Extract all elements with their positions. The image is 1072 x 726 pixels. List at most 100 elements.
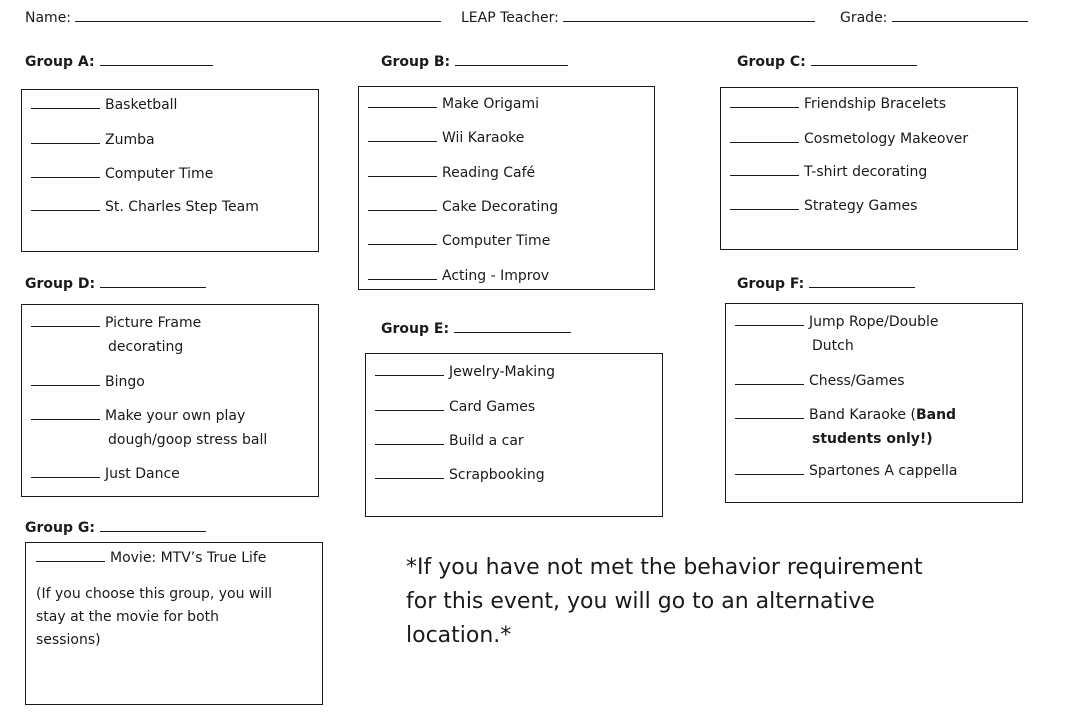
rank-blank[interactable] [730, 93, 799, 108]
list-item[interactable]: Zumba [31, 128, 155, 152]
list-item[interactable]: Friendship Bracelets [730, 92, 946, 116]
rank-blank[interactable] [375, 361, 444, 376]
list-item[interactable]: T-shirt decorating [730, 160, 927, 184]
rank-blank[interactable] [31, 94, 100, 109]
rank-blank[interactable] [31, 371, 100, 386]
list-item[interactable]: Jewelry-Making [375, 360, 555, 384]
notice-line: location.* [406, 623, 512, 648]
group-e-input-line[interactable] [454, 318, 572, 333]
note-line: stay at the movie for both [36, 609, 219, 625]
activity-label: St. Charles Step Team [105, 199, 259, 215]
activity-label: Chess/Games [809, 373, 905, 389]
grade-label: Grade: [840, 10, 888, 26]
group-f-input-line[interactable] [809, 273, 916, 288]
list-item[interactable]: Cosmetology Makeover [730, 127, 968, 151]
rank-blank[interactable] [31, 129, 100, 144]
group-b-box: Make Origami Wii Karaoke Reading Café Ca… [358, 86, 655, 290]
rank-blank[interactable] [368, 127, 437, 142]
rank-blank[interactable] [735, 370, 804, 385]
activity-label-line: Dutch [812, 338, 854, 354]
activity-label-bold: students only!) [812, 431, 933, 447]
rank-blank[interactable] [730, 195, 799, 210]
teacher-input-line[interactable] [563, 7, 816, 22]
list-item[interactable]: Chess/Games [735, 369, 905, 393]
list-item[interactable]: Reading Café [368, 161, 535, 185]
list-item[interactable]: Basketball [31, 93, 177, 117]
list-item[interactable]: Build a car [375, 429, 524, 453]
group-f-label: Group F: [737, 273, 916, 292]
activity-label: Bingo [105, 374, 145, 390]
name-label: Name: [25, 10, 72, 26]
group-a-label: Group A: [25, 51, 213, 70]
rank-blank[interactable] [735, 460, 804, 475]
activity-label: Card Games [449, 399, 536, 415]
list-item[interactable]: Band Karaoke (Band students only!) [735, 403, 956, 451]
teacher-field: LEAP Teacher: [461, 7, 816, 26]
activity-label: Strategy Games [804, 198, 918, 214]
list-item[interactable]: Cake Decorating [368, 195, 558, 219]
list-item[interactable]: Make Origami [368, 92, 539, 116]
list-item[interactable]: Make your own play dough/goop stress ball [31, 404, 267, 452]
list-item[interactable]: Scrapbooking [375, 463, 545, 487]
activity-label-line: Picture Frame [105, 315, 202, 331]
group-e-label: Group E: [381, 318, 572, 337]
rank-blank[interactable] [31, 196, 100, 211]
list-item[interactable]: St. Charles Step Team [31, 195, 259, 219]
list-item[interactable]: Computer Time [368, 229, 550, 253]
group-c-label: Group C: [737, 51, 917, 70]
activity-label: Jewelry-Making [449, 364, 555, 380]
rank-blank[interactable] [31, 405, 100, 420]
rank-blank[interactable] [368, 93, 437, 108]
rank-blank[interactable] [375, 430, 444, 445]
list-item[interactable]: Card Games [375, 395, 535, 419]
rank-blank[interactable] [31, 163, 100, 178]
behavior-notice: *If you have not met the behavior requir… [406, 551, 923, 653]
group-d-input-line[interactable] [100, 273, 207, 288]
grade-input-line[interactable] [891, 7, 1028, 22]
activity-label: Build a car [449, 433, 524, 449]
rank-blank[interactable] [375, 464, 444, 479]
activity-label-line: decorating [108, 339, 184, 355]
activity-label: Cosmetology Makeover [804, 131, 969, 147]
name-input-line[interactable] [75, 7, 442, 22]
group-g-input-line[interactable] [99, 517, 206, 532]
list-item[interactable]: Just Dance [31, 462, 180, 486]
activity-label: Zumba [105, 132, 155, 148]
activity-label: Acting - Improv [442, 268, 550, 284]
group-a-box: Basketball Zumba Computer Time St. Charl… [21, 89, 319, 252]
list-item[interactable]: Acting - Improv [368, 264, 549, 288]
rank-blank[interactable] [730, 128, 799, 143]
list-item[interactable]: Movie: MTV’s True Life [36, 546, 266, 570]
list-item[interactable]: Strategy Games [730, 194, 917, 218]
rank-blank[interactable] [31, 312, 100, 327]
list-item[interactable]: Computer Time [31, 162, 213, 186]
activity-label: Picture Frame decorating [105, 311, 201, 359]
rank-blank[interactable] [368, 196, 437, 211]
group-e-title: Group E: [381, 321, 450, 337]
list-item[interactable]: Jump Rope/Double Dutch [735, 310, 938, 358]
list-item[interactable]: Bingo [31, 370, 145, 394]
activity-label-bold: Band [915, 407, 957, 423]
list-item[interactable]: Wii Karaoke [368, 126, 524, 150]
group-g-title: Group G: [25, 520, 95, 536]
group-c-input-line[interactable] [810, 51, 917, 66]
rank-blank[interactable] [368, 265, 437, 280]
activity-label-line: Jump Rope/Double [809, 314, 939, 330]
rank-blank[interactable] [735, 311, 804, 326]
list-item[interactable]: Spartones A cappella [735, 459, 957, 483]
rank-blank[interactable] [36, 547, 105, 562]
rank-blank[interactable] [368, 230, 437, 245]
group-b-label: Group B: [381, 51, 569, 70]
group-g-note: (If you choose this group, you will stay… [36, 583, 272, 652]
rank-blank[interactable] [368, 162, 437, 177]
list-item[interactable]: Picture Frame decorating [31, 311, 201, 359]
group-b-input-line[interactable] [455, 51, 569, 66]
rank-blank[interactable] [735, 404, 804, 419]
rank-blank[interactable] [375, 396, 444, 411]
activity-label: T-shirt decorating [804, 164, 928, 180]
group-a-input-line[interactable] [99, 51, 213, 66]
notice-line: for this event, you will go to an altern… [406, 589, 875, 614]
rank-blank[interactable] [31, 463, 100, 478]
rank-blank[interactable] [730, 161, 799, 176]
activity-label: Computer Time [105, 166, 214, 182]
